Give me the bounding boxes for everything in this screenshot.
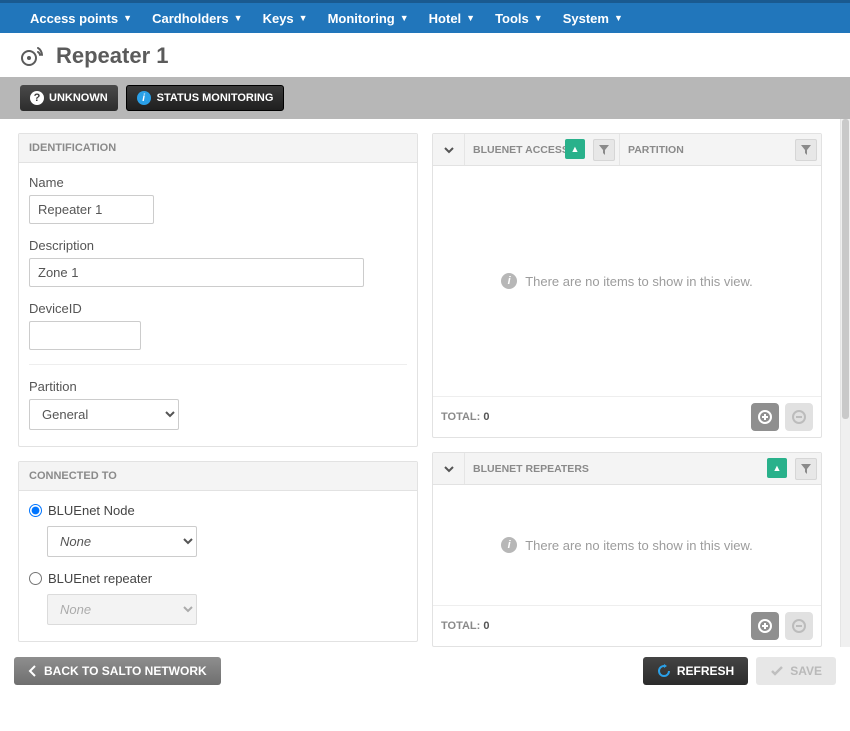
identification-panel: IDENTIFICATION Name Description DeviceID [18,133,418,447]
nav-tools[interactable]: Tools▼ [485,3,553,33]
vertical-scrollbar[interactable] [840,119,850,647]
add-button[interactable] [751,403,779,431]
page-title: Repeater 1 [56,43,169,69]
add-button[interactable] [751,612,779,640]
chevron-down-icon: ▼ [534,13,543,23]
nav-hotel[interactable]: Hotel▼ [419,3,485,33]
status-bar: ? UNKNOWN i STATUS MONITORING [0,77,850,119]
check-icon [770,665,784,677]
grid-empty-message: i There are no items to show in this vie… [433,166,821,396]
description-label: Description [29,238,407,253]
access-points-grid: BLUENET ACCESS POINT ▲ PARTITION [432,133,822,438]
question-icon: ? [30,91,44,105]
remove-button [785,403,813,431]
filter-icon[interactable] [795,139,817,161]
nav-system[interactable]: System▼ [553,3,633,33]
total-label: TOTAL: 0 [441,411,490,423]
bluenet-node-label: BLUEnet Node [48,503,135,518]
partition-label: Partition [29,379,407,394]
info-icon: i [137,91,151,105]
sort-asc-icon[interactable]: ▲ [565,139,585,159]
partition-select[interactable]: General [29,399,179,430]
bluenet-repeater-label: BLUEnet repeater [48,571,152,586]
nav-monitoring[interactable]: Monitoring▼ [318,3,419,33]
repeaters-grid: BLUENET REPEATERS ▲ i There are no items… [432,452,822,647]
back-button[interactable]: BACK TO SALTO NETWORK [14,657,221,685]
deviceid-input[interactable] [29,321,141,350]
separator [29,364,407,365]
filter-icon[interactable] [593,139,615,161]
bluenet-node-select[interactable]: None [47,526,197,557]
sort-asc-icon[interactable]: ▲ [767,458,787,478]
status-unknown-badge[interactable]: ? UNKNOWN [20,85,118,111]
repeater-icon [20,44,46,68]
info-icon: i [501,273,517,289]
top-nav: Access points▼ Cardholders▼ Keys▼ Monito… [0,0,850,33]
expand-toggle[interactable] [433,134,465,165]
filter-icon[interactable] [795,458,817,480]
bluenet-node-radio[interactable] [29,504,42,517]
nav-cardholders[interactable]: Cardholders▼ [142,3,253,33]
expand-toggle[interactable] [433,453,465,484]
name-input[interactable] [29,195,154,224]
total-label: TOTAL: 0 [441,620,490,632]
description-input[interactable] [29,258,364,287]
deviceid-label: DeviceID [29,301,407,316]
status-monitoring-button[interactable]: i STATUS MONITORING [126,85,285,111]
page-header: Repeater 1 [0,33,850,77]
remove-button [785,612,813,640]
bluenet-repeater-select: None [47,594,197,625]
chevron-down-icon: ▼ [466,13,475,23]
panel-heading: IDENTIFICATION [19,134,417,163]
chevron-left-icon [28,665,38,677]
grid-empty-message: i There are no items to show in this vie… [433,485,821,605]
name-label: Name [29,175,407,190]
nav-keys[interactable]: Keys▼ [253,3,318,33]
chevron-down-icon: ▼ [123,13,132,23]
nav-access-points[interactable]: Access points▼ [20,3,142,33]
chevron-down-icon: ▼ [299,13,308,23]
refresh-button[interactable]: REFRESH [643,657,748,685]
panel-heading: CONNECTED TO [19,462,417,491]
connected-to-panel: CONNECTED TO BLUEnet Node None BLUEnet r… [18,461,418,642]
chevron-down-icon: ▼ [614,13,623,23]
column-header-repeaters[interactable]: BLUENET REPEATERS ▲ [465,453,821,484]
chevron-down-icon: ▼ [234,13,243,23]
column-header-partition[interactable]: PARTITION [620,134,821,165]
info-icon: i [501,537,517,553]
column-header-access-point[interactable]: BLUENET ACCESS POINT ▲ [465,134,620,165]
save-button: SAVE [756,657,836,685]
bluenet-repeater-radio[interactable] [29,572,42,585]
refresh-icon [657,664,671,678]
chevron-down-icon: ▼ [400,13,409,23]
